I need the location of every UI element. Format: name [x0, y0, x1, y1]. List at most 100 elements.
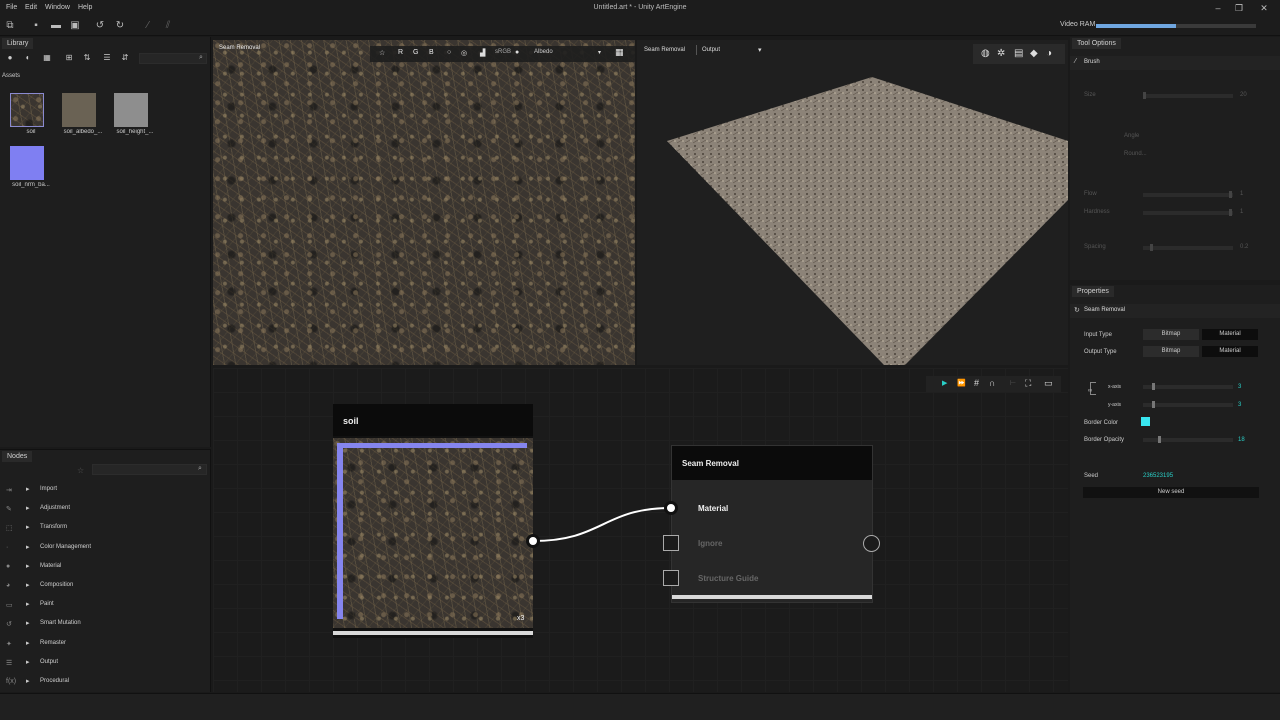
seam-output-port[interactable] [863, 535, 880, 552]
maximize-icon[interactable]: ❐ [1231, 2, 1247, 14]
nodes-tab[interactable]: Nodes [2, 451, 33, 462]
node-category-paint[interactable]: ▭ ▸ Paint [0, 596, 211, 615]
map-dropdown-arrow-icon[interactable]: ▾ [598, 49, 601, 56]
asset-soil-albedo[interactable]: soil_albedo_... [58, 91, 108, 139]
new-file-icon[interactable]: ▪ [30, 20, 42, 32]
expand-arrow-icon[interactable]: ▸ [26, 581, 30, 589]
node-category-smart-mutation[interactable]: ↺ ▸ Smart Mutation [0, 615, 211, 634]
soil-output-port[interactable] [526, 534, 540, 548]
app-logo-icon[interactable]: ⧉ [4, 20, 16, 32]
favorite-star-icon[interactable]: ☆ [77, 466, 84, 475]
tool-options-tab[interactable]: Tool Options [1072, 38, 1121, 49]
order-icon[interactable]: ⇵ [119, 52, 131, 64]
asset-soil-height[interactable]: soil_height_... [110, 91, 160, 139]
flow-slider[interactable] [1143, 193, 1233, 197]
spacing-slider-knob[interactable] [1150, 244, 1153, 251]
border-color-swatch[interactable] [1141, 417, 1150, 426]
expand-arrow-icon[interactable]: ▸ [26, 485, 30, 493]
structure-guide-input-port[interactable] [663, 570, 679, 586]
eraser-icon[interactable]: ⫽ [162, 20, 174, 32]
color-dot-icon[interactable]: ● [515, 49, 519, 56]
menu-window[interactable]: Window [45, 4, 70, 11]
viewport-3d[interactable]: Seam Removal Output ▾ ◍ ✲ ▤ ◆ ◑ [637, 40, 1068, 365]
brush-icon[interactable]: ⁄ [142, 20, 154, 32]
expand-arrow-icon[interactable]: ▸ [26, 639, 30, 647]
size-slider-knob[interactable] [1143, 92, 1146, 99]
node-category-import[interactable]: ⇥ ▸ Import [0, 481, 211, 500]
open-folder-icon[interactable]: ▬ [50, 20, 62, 32]
ignore-input-port[interactable] [663, 535, 679, 551]
node-category-remaster[interactable]: ✦ ▸ Remaster [0, 635, 211, 654]
size-slider[interactable] [1143, 94, 1233, 98]
material-filter-icon[interactable]: ● [4, 52, 16, 64]
input-type-material-button[interactable]: Material [1202, 329, 1258, 340]
map-dropdown[interactable]: Albedo [534, 49, 553, 55]
expand-arrow-icon[interactable]: ▸ [26, 543, 30, 551]
refresh-icon[interactable]: ↻ [1074, 306, 1080, 314]
node-filter-icon[interactable]: ⊞ [63, 52, 75, 64]
viewport-2d[interactable]: Seam Removal [213, 40, 635, 365]
node-category-procedural[interactable]: f(x) ▸ Procedural [0, 673, 211, 692]
pan-icon[interactable]: ☆ [379, 49, 385, 57]
node-category-composition[interactable]: ◕ ▸ Composition [0, 577, 211, 596]
y-axis-slider[interactable] [1143, 403, 1233, 407]
flow-slider-knob[interactable] [1229, 191, 1232, 198]
expand-arrow-icon[interactable]: ▸ [26, 523, 30, 531]
node-category-transform[interactable]: ⬚ ▸ Transform [0, 519, 211, 538]
expand-arrow-icon[interactable]: ▸ [26, 677, 30, 685]
checker-filter-icon[interactable]: ▦ [41, 52, 53, 64]
minimize-icon[interactable]: – [1210, 2, 1226, 14]
node-category-material[interactable]: ● ▸ Material [0, 558, 211, 577]
tile-icon[interactable]: ◎ [461, 49, 467, 57]
close-icon[interactable]: ✕ [1256, 2, 1272, 14]
y-axis-slider-knob[interactable] [1152, 401, 1155, 408]
colorspace-label[interactable]: sRGB [495, 49, 511, 55]
x-axis-slider-knob[interactable] [1152, 383, 1155, 390]
channel-b-button[interactable]: B [429, 49, 434, 56]
node-category-color-management[interactable]: · ▸ Color Management [0, 539, 211, 558]
redo-icon[interactable]: ↻ [114, 20, 126, 32]
asset-soil-normal[interactable]: soil_nrm_ba... [6, 144, 56, 192]
flow-value: 1 [1240, 191, 1244, 197]
channel-r-button[interactable]: R [398, 49, 403, 56]
spacing-slider[interactable] [1143, 246, 1233, 250]
alpha-icon[interactable]: ○ [447, 49, 451, 56]
border-opacity-slider[interactable] [1143, 438, 1233, 442]
save-icon[interactable]: ▣ [69, 20, 81, 32]
new-seed-button[interactable]: New seed [1083, 487, 1259, 498]
sphere-filter-icon[interactable]: ◐ [22, 52, 34, 64]
expand-arrow-icon[interactable]: ▸ [26, 600, 30, 608]
histogram-icon[interactable]: ▟ [480, 49, 485, 57]
expand-arrow-icon[interactable]: ▸ [26, 562, 30, 570]
node-category-adjustment[interactable]: ✎ ▸ Adjustment [0, 500, 211, 519]
nodes-search-input[interactable] [92, 464, 207, 475]
hardness-slider-knob[interactable] [1229, 209, 1232, 216]
grid-view-icon[interactable]: ▦ [615, 47, 624, 58]
properties-tab[interactable]: Properties [1072, 286, 1114, 297]
expand-arrow-icon[interactable]: ▸ [26, 658, 30, 666]
library-tab[interactable]: Library [2, 38, 34, 49]
asset-soil[interactable]: soil [6, 91, 56, 139]
seam-removal-node[interactable]: Seam Removal Material Ignore Structure G… [671, 445, 873, 603]
x-axis-slider[interactable] [1143, 385, 1233, 389]
menu-file[interactable]: File [6, 4, 17, 11]
input-type-bitmap-button[interactable]: Bitmap [1143, 329, 1199, 340]
sort-icon[interactable]: ⇅ [81, 52, 93, 64]
border-opacity-slider-knob[interactable] [1158, 436, 1161, 443]
seed-value[interactable]: 236523195 [1143, 473, 1173, 479]
output-type-material-button[interactable]: Material [1202, 346, 1258, 357]
menu-help[interactable]: Help [78, 4, 92, 11]
expand-arrow-icon[interactable]: ▸ [26, 504, 30, 512]
undo-icon[interactable]: ↺ [94, 20, 106, 32]
expand-arrow-icon[interactable]: ▸ [26, 619, 30, 627]
list-view-icon[interactable]: ☰ [101, 52, 113, 64]
library-search-input[interactable] [139, 53, 207, 64]
node-category-output[interactable]: ☰ ▸ Output [0, 654, 211, 673]
hardness-slider[interactable] [1143, 211, 1233, 215]
channel-g-button[interactable]: G [413, 49, 418, 56]
output-type-bitmap-button[interactable]: Bitmap [1143, 346, 1199, 357]
material-input-port[interactable] [664, 501, 678, 515]
menu-edit[interactable]: Edit [25, 4, 37, 11]
link-icon[interactable]: ∞ [1088, 388, 1092, 394]
node-graph[interactable]: ▶ ⏩ # ∩ ⊢ ⛶ ▭ soil x3 Seam Removal Mater… [213, 368, 1068, 692]
